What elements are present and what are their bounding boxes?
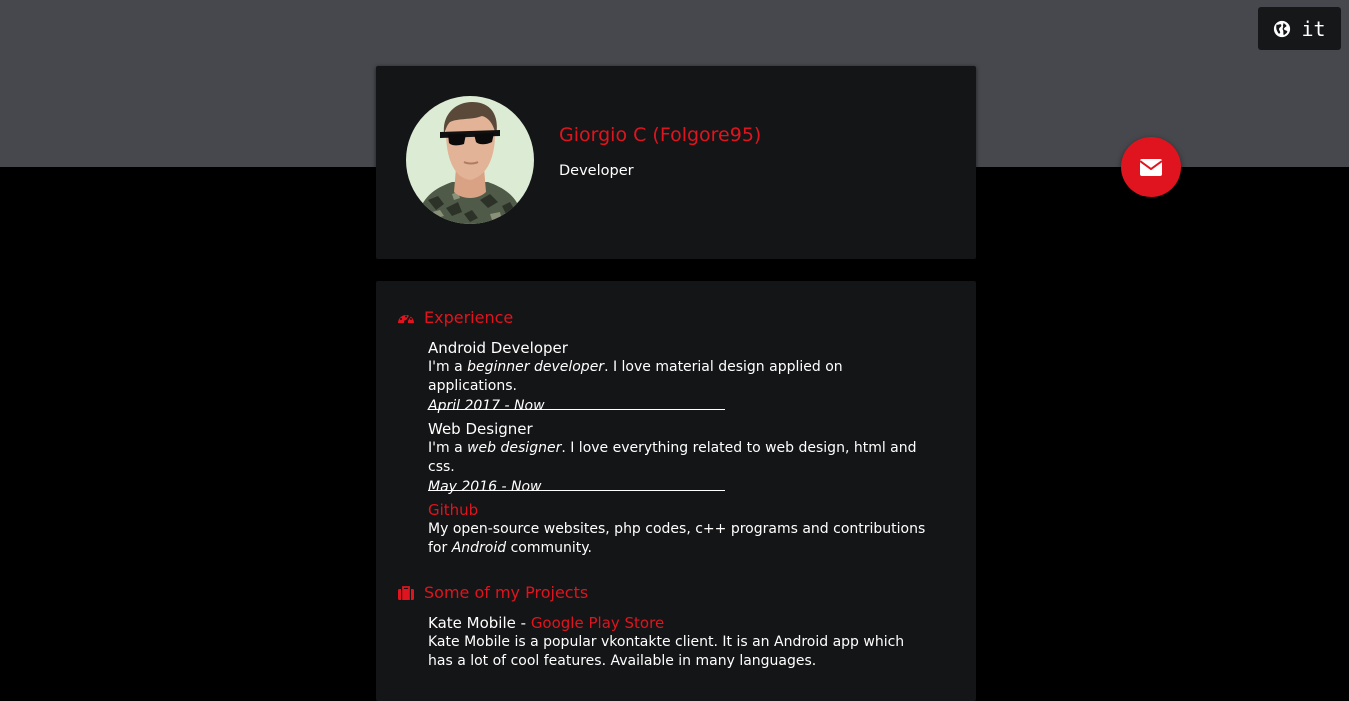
projects-section-title: Some of my Projects (397, 583, 588, 602)
google-play-link[interactable]: Google Play Store (531, 614, 664, 632)
briefcase-icon (398, 585, 414, 600)
experience-item-title: Android Developer (428, 339, 568, 357)
github-entry: Github My open-source websites, php code… (428, 500, 928, 558)
content-card: Experience Android Developer I'm a begin… (376, 281, 976, 701)
experience-item: Web Designer I'm a web designer. I love … (428, 419, 928, 497)
experience-item: Android Developer I'm a beginner develop… (428, 338, 928, 416)
divider (428, 409, 725, 410)
project-name: Kate Mobile (428, 614, 516, 632)
experience-title: Experience (424, 308, 514, 327)
project-item-title: Kate Mobile - Google Play Store (428, 614, 665, 632)
github-link[interactable]: Github (428, 500, 928, 520)
dashboard-icon (398, 314, 414, 324)
experience-section-title: Experience (397, 308, 513, 327)
project-item-desc: Kate Mobile is a popular vkontakte clien… (428, 634, 905, 669)
envelope-icon (1140, 158, 1162, 176)
experience-item-desc: I'm a web designer. I love everything re… (428, 440, 917, 475)
language-label: it (1301, 16, 1326, 41)
github-desc: My open-source websites, php codes, c++ … (428, 521, 926, 556)
project-item: Kate Mobile - Google Play Store Kate Mob… (428, 613, 928, 671)
experience-item-date: April 2017 - Now (428, 398, 545, 414)
experience-item-date: May 2016 - Now (428, 479, 542, 495)
globe-icon (1274, 20, 1291, 37)
profile-name: Giorgio C (Folgore95) (559, 124, 762, 146)
divider (428, 490, 725, 491)
projects-title: Some of my Projects (424, 583, 589, 602)
avatar (406, 96, 534, 224)
experience-item-title: Web Designer (428, 420, 533, 438)
profile-role: Developer (559, 163, 634, 179)
profile-card: Giorgio C (Folgore95) Developer (376, 66, 976, 259)
language-button[interactable]: it (1258, 7, 1341, 50)
contact-button[interactable] (1121, 137, 1181, 197)
experience-item-desc: I'm a beginner developer. I love materia… (428, 359, 843, 394)
